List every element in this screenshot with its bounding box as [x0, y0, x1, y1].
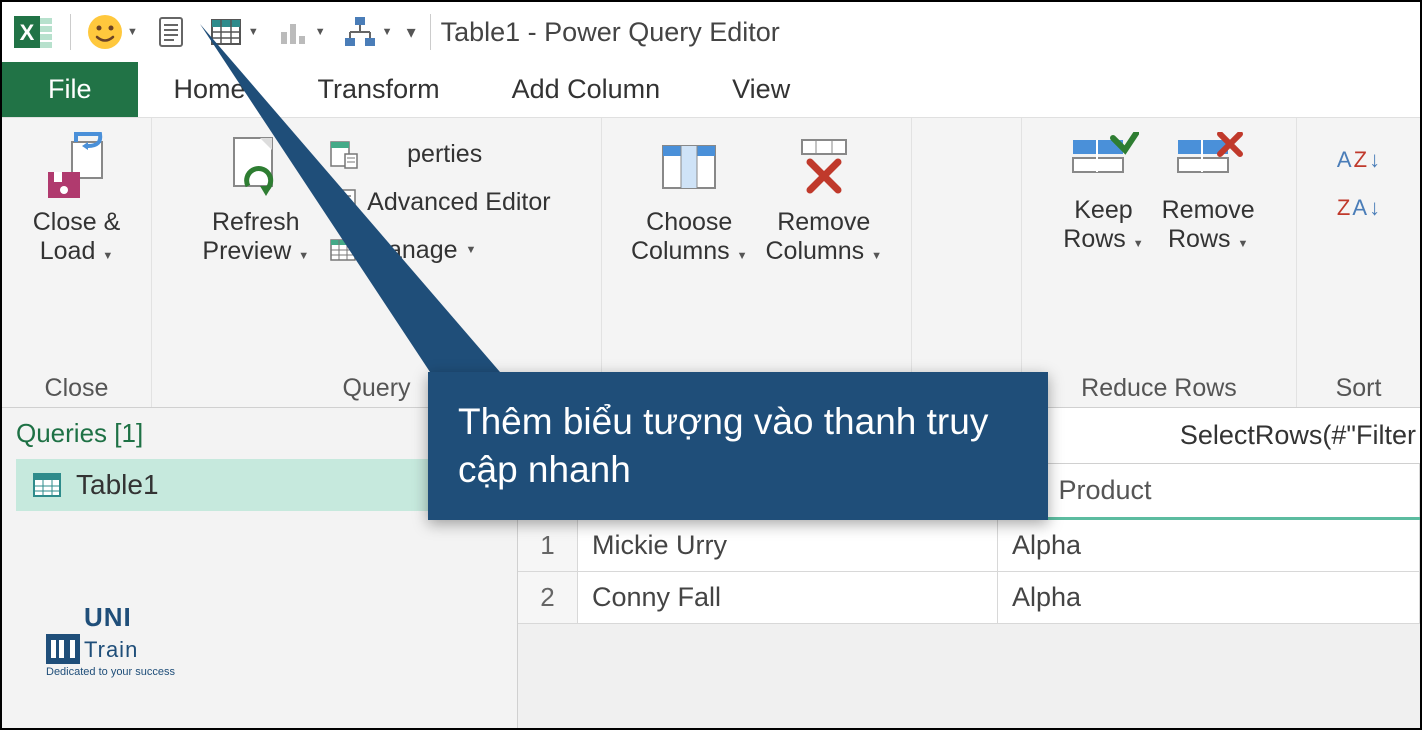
watermark-logo: UNI Train Dedicated to your success	[46, 602, 175, 678]
choose-columns-icon	[653, 132, 725, 204]
close-load-label-1: Close &	[33, 208, 121, 236]
separator	[70, 14, 71, 50]
row-number: 2	[518, 572, 578, 623]
table-icon	[32, 470, 62, 500]
choose-columns-button[interactable]: ChooseColumns ▼	[631, 126, 748, 266]
remove-rows-icon	[1172, 132, 1244, 192]
group-sort: AZ↓ ZA↓ Sort	[1297, 118, 1420, 407]
close-and-load-button[interactable]: Close &Load ▼	[33, 126, 121, 266]
chevron-down-icon: ▼	[737, 250, 748, 262]
chevron-down-icon: ▼	[871, 250, 882, 262]
remove-columns-icon	[788, 132, 860, 204]
tab-file[interactable]: File	[2, 62, 138, 117]
svg-text:X: X	[20, 20, 35, 45]
close-load-icon	[40, 132, 112, 204]
group-label-close: Close	[45, 368, 109, 407]
chevron-down-icon: ▼	[1133, 238, 1144, 250]
keep-rows-label-2: Rows	[1063, 225, 1126, 253]
chevron-down-icon: ▼	[102, 250, 113, 262]
query-name: Table1	[76, 469, 159, 501]
group-close: Close &Load ▼ Close	[2, 118, 152, 407]
smiley-icon[interactable]: ▼	[81, 10, 142, 54]
remove-rows-button[interactable]: RemoveRows ▼	[1162, 126, 1255, 254]
logo-bottom: Train	[84, 637, 138, 662]
formula-text: SelectRows(#"Filter	[1180, 420, 1416, 451]
table-row[interactable]: 1 Mickie Urry Alpha	[518, 520, 1420, 572]
group-label-sort: Sort	[1336, 368, 1382, 407]
group-label-rows: Reduce Rows	[1081, 368, 1237, 407]
sort-asc-button[interactable]: AZ↓	[1337, 140, 1380, 180]
callout-pointer	[180, 24, 600, 384]
cell[interactable]: Conny Fall	[578, 572, 998, 623]
remove-rows-label-1: Remove	[1162, 196, 1255, 224]
logo-top: UNI	[84, 602, 132, 632]
column-header-product[interactable]: ABC Product	[998, 464, 1420, 517]
logo-icon	[46, 634, 80, 664]
remove-cols-label-1: Remove	[777, 208, 870, 236]
tab-view[interactable]: View	[696, 62, 826, 117]
row-number: 1	[518, 520, 578, 571]
close-load-label-2: Load	[40, 237, 96, 265]
keep-rows-label-1: Keep	[1074, 196, 1132, 224]
sort-desc-button[interactable]: ZA↓	[1337, 188, 1380, 228]
remove-rows-label-2: Rows	[1168, 225, 1231, 253]
chevron-down-icon: ▼	[127, 26, 138, 38]
callout-box: Thêm biểu tượng vào thanh truy cập nhanh	[428, 372, 1048, 520]
remove-cols-label-2: Columns	[766, 237, 865, 265]
keep-rows-button[interactable]: KeepRows ▼	[1063, 126, 1143, 254]
choose-cols-label-1: Choose	[646, 208, 732, 236]
choose-cols-label-2: Columns	[631, 237, 730, 265]
excel-app-icon[interactable]: X	[8, 8, 60, 56]
cell[interactable]: Alpha	[998, 572, 1420, 623]
column-name: Product	[1059, 475, 1152, 506]
table-row[interactable]: 2 Conny Fall Alpha	[518, 572, 1420, 624]
cell[interactable]: Mickie Urry	[578, 520, 998, 571]
logo-tagline: Dedicated to your success	[46, 666, 175, 678]
group-reduce-rows: KeepRows ▼ RemoveRows ▼ Reduce Rows	[1022, 118, 1297, 407]
chevron-down-icon: ▼	[1237, 238, 1248, 250]
spacer	[912, 118, 1022, 407]
group-manage-columns: ChooseColumns ▼ RemoveColumns ▼	[602, 118, 912, 407]
keep-rows-icon	[1067, 132, 1139, 192]
remove-columns-button[interactable]: RemoveColumns ▼	[766, 126, 883, 266]
cell[interactable]: Alpha	[998, 520, 1420, 571]
